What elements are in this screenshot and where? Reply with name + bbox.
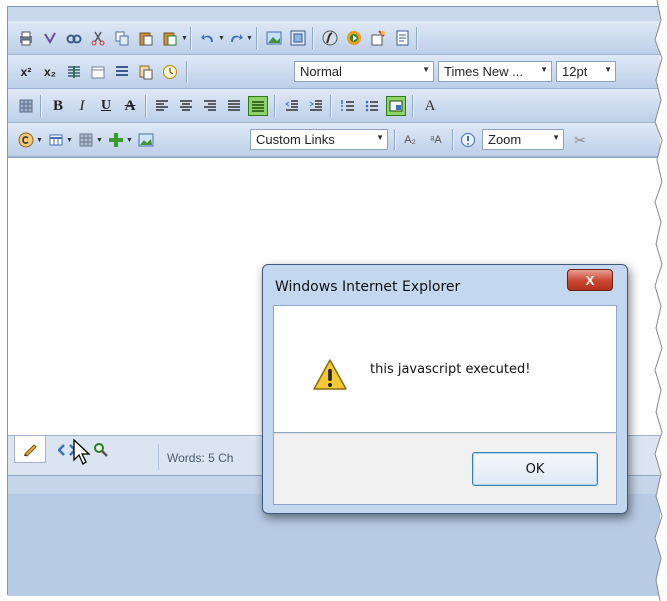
cell-icon[interactable] xyxy=(76,130,96,150)
toolbar-separator xyxy=(394,129,396,151)
chevron-down-icon: ▼ xyxy=(604,65,612,74)
copyright-icon[interactable] xyxy=(16,130,36,150)
torn-edge xyxy=(654,0,667,601)
image-properties-icon[interactable] xyxy=(136,130,156,150)
custom-links-dropdown[interactable]: Custom Links ▼ xyxy=(250,129,388,150)
toolbar-row-2: x² x₂ Normal ▼ Times New ... ▼ 12pt ▼ xyxy=(8,55,660,89)
toolbar-separator xyxy=(186,61,188,83)
toolbar-separator xyxy=(452,129,454,151)
align-center-icon[interactable] xyxy=(176,96,196,116)
toolbar-separator xyxy=(312,27,314,49)
chevron-down-icon: ▼ xyxy=(540,65,548,74)
add-row-icon[interactable] xyxy=(106,130,126,150)
toolbar-separator xyxy=(190,27,192,49)
custom-links-value: Custom Links xyxy=(256,132,335,147)
font-name-value: Times New ... xyxy=(444,64,523,79)
justify-icon[interactable] xyxy=(224,96,244,116)
paragraph-style-value: Normal xyxy=(300,64,342,79)
toolbar-separator xyxy=(256,27,258,49)
image-map-icon[interactable] xyxy=(288,28,308,48)
paste-icon[interactable] xyxy=(136,28,156,48)
spellcheck-icon[interactable] xyxy=(40,28,60,48)
editor-top-border xyxy=(8,7,660,21)
help-icon[interactable] xyxy=(458,130,478,150)
chevron-down-icon[interactable]: ▼ xyxy=(36,137,43,144)
template-icon[interactable] xyxy=(392,28,412,48)
numbered-list-icon[interactable] xyxy=(338,96,358,116)
dialog-title: Windows Internet Explorer xyxy=(275,279,461,295)
insert-box-button[interactable] xyxy=(386,96,406,116)
clock-icon[interactable] xyxy=(160,62,180,82)
ok-button[interactable]: OK xyxy=(472,452,598,486)
chevron-down-icon[interactable]: ▼ xyxy=(96,137,103,144)
mouse-pointer-icon xyxy=(73,438,91,465)
strikethrough-button[interactable]: A xyxy=(120,96,140,116)
module-manager-icon[interactable]: ✂ xyxy=(570,130,590,150)
paste-plain-icon[interactable] xyxy=(136,62,156,82)
insert-table-icon[interactable] xyxy=(46,130,66,150)
toolbar-separator xyxy=(274,95,276,117)
justify-none-button[interactable] xyxy=(248,96,268,116)
redo-icon[interactable] xyxy=(226,28,246,48)
find-icon[interactable] xyxy=(64,28,84,48)
chevron-down-icon[interactable]: ▼ xyxy=(181,35,188,42)
dialog-body: this javascript executed! xyxy=(273,305,617,433)
table-icon[interactable] xyxy=(16,96,36,116)
text-smaller-icon[interactable]: A₂ xyxy=(400,130,420,150)
indent-icon[interactable] xyxy=(306,96,326,116)
zoom-value: Zoom xyxy=(488,132,522,147)
cut-icon[interactable] xyxy=(88,28,108,48)
font-name-dropdown[interactable]: Times New ... ▼ xyxy=(438,61,552,82)
chevron-down-icon: ▼ xyxy=(552,133,560,142)
bold-button[interactable]: B xyxy=(48,96,68,116)
insert-symbol-icon[interactable] xyxy=(368,28,388,48)
toolbar-separator xyxy=(145,95,147,117)
toolbar-separator xyxy=(330,95,332,117)
toolbar-row-3: B I U A A xyxy=(8,89,660,123)
media-icon[interactable] xyxy=(344,28,364,48)
alert-dialog: Windows Internet Explorer X this javascr… xyxy=(262,264,628,514)
toolbar-separator xyxy=(40,95,42,117)
warning-icon xyxy=(313,359,347,390)
outdent-icon[interactable] xyxy=(282,96,302,116)
copy-icon[interactable] xyxy=(112,28,132,48)
chevron-down-icon[interactable]: ▼ xyxy=(126,137,133,144)
font-size-value: 12pt xyxy=(562,64,588,79)
toolbar-separator xyxy=(412,95,414,117)
chevron-down-icon: ▼ xyxy=(376,133,384,142)
underline-button[interactable]: U xyxy=(96,96,116,116)
chevron-down-icon[interactable]: ▼ xyxy=(218,35,225,42)
chevron-down-icon[interactable]: ▼ xyxy=(66,137,73,144)
image-manager-icon[interactable] xyxy=(264,28,284,48)
superscript-icon[interactable]: x² xyxy=(16,62,36,82)
zoom-dropdown[interactable]: Zoom ▼ xyxy=(482,129,564,150)
format-block-icon[interactable] xyxy=(112,62,132,82)
chevron-down-icon: ▼ xyxy=(422,65,430,74)
toolbar-row-1: ▼ ▼ ▼ xyxy=(8,21,660,55)
italic-button[interactable]: I xyxy=(72,96,92,116)
dialog-message: this javascript executed! xyxy=(370,362,531,377)
chevron-down-icon[interactable]: ▼ xyxy=(246,35,253,42)
print-icon[interactable] xyxy=(16,28,36,48)
font-color-button[interactable]: A xyxy=(420,96,440,116)
paste-special-icon[interactable] xyxy=(160,28,180,48)
insert-paragraph-icon[interactable] xyxy=(64,62,84,82)
dialog-footer: OK xyxy=(273,433,617,505)
toolbar-row-4: ▼ ▼ ▼ ▼ Custom Links ▼ A₂ ᵃA Zoom ▼ ✂ xyxy=(8,123,660,157)
toolbar-separator xyxy=(416,27,418,49)
text-larger-icon[interactable]: ᵃA xyxy=(426,130,446,150)
insert-date-icon[interactable] xyxy=(88,62,108,82)
flash-icon[interactable] xyxy=(320,28,340,48)
design-mode-tab[interactable] xyxy=(14,436,46,463)
subscript-icon[interactable]: x₂ xyxy=(40,62,60,82)
close-button[interactable]: X xyxy=(567,269,613,291)
font-size-dropdown[interactable]: 12pt ▼ xyxy=(556,61,616,82)
close-icon: X xyxy=(585,272,595,288)
align-left-icon[interactable] xyxy=(152,96,172,116)
undo-icon[interactable] xyxy=(198,28,218,48)
bulleted-list-icon[interactable] xyxy=(362,96,382,116)
paragraph-style-dropdown[interactable]: Normal ▼ xyxy=(294,61,434,82)
align-right-icon[interactable] xyxy=(200,96,220,116)
